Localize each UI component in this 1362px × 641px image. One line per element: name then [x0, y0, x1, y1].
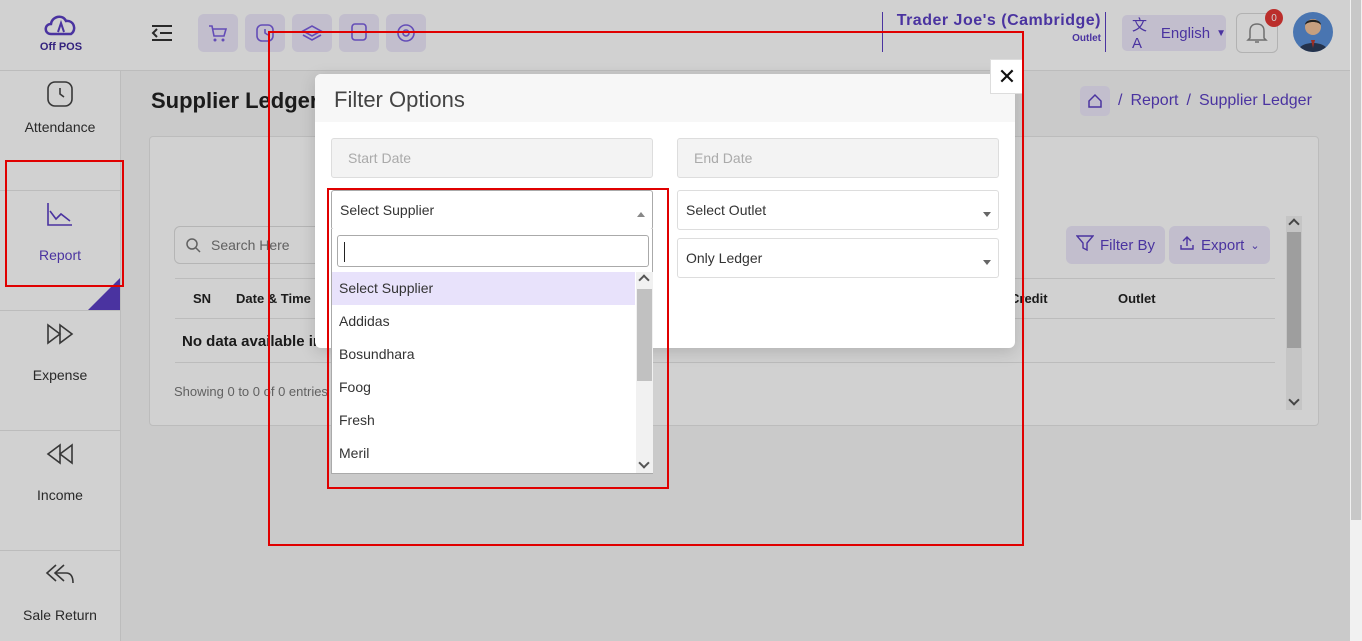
close-icon[interactable]: ✕ — [990, 59, 1024, 94]
scroll-up-icon[interactable] — [638, 274, 650, 286]
supplier-option[interactable]: Bosundhara — [332, 338, 635, 371]
outlet-select[interactable]: Select Outlet — [677, 190, 999, 230]
supplier-option[interactable]: Foog — [332, 371, 635, 404]
caret-down-icon — [983, 212, 991, 217]
supplier-options-list: Select Supplier Addidas Bosundhara Foog … — [332, 272, 635, 472]
page-scrollbar-thumb[interactable] — [1351, 0, 1361, 520]
supplier-option[interactable]: Fresh — [332, 404, 635, 437]
scrollbar-thumb[interactable] — [637, 289, 652, 381]
supplier-option[interactable]: Addidas — [332, 305, 635, 338]
outlet-select-value: Select Outlet — [686, 202, 767, 218]
scroll-down-icon[interactable] — [638, 457, 650, 469]
supplier-dropdown: Select Supplier Addidas Bosundhara Foog … — [331, 229, 653, 474]
modal-title: Filter Options — [315, 74, 1015, 122]
caret-down-icon — [983, 260, 991, 265]
caret-up-icon — [637, 212, 645, 217]
supplier-select-value: Select Supplier — [340, 202, 435, 218]
ledger-type-value: Only Ledger — [686, 250, 763, 266]
supplier-option[interactable]: Meril — [332, 437, 635, 470]
start-date-placeholder: Start Date — [348, 150, 412, 166]
supplier-option[interactable]: Select Supplier — [332, 272, 635, 305]
supplier-select[interactable]: Select Supplier — [331, 190, 653, 230]
start-date-field[interactable]: Start Date — [331, 138, 653, 178]
dropdown-scrollbar[interactable] — [636, 272, 653, 473]
supplier-search-input[interactable] — [337, 235, 649, 267]
page-scrollbar[interactable] — [1350, 0, 1362, 641]
end-date-placeholder: End Date — [694, 150, 753, 166]
ledger-type-select[interactable]: Only Ledger — [677, 238, 999, 278]
end-date-field[interactable]: End Date — [677, 138, 999, 178]
text-cursor — [344, 242, 345, 262]
